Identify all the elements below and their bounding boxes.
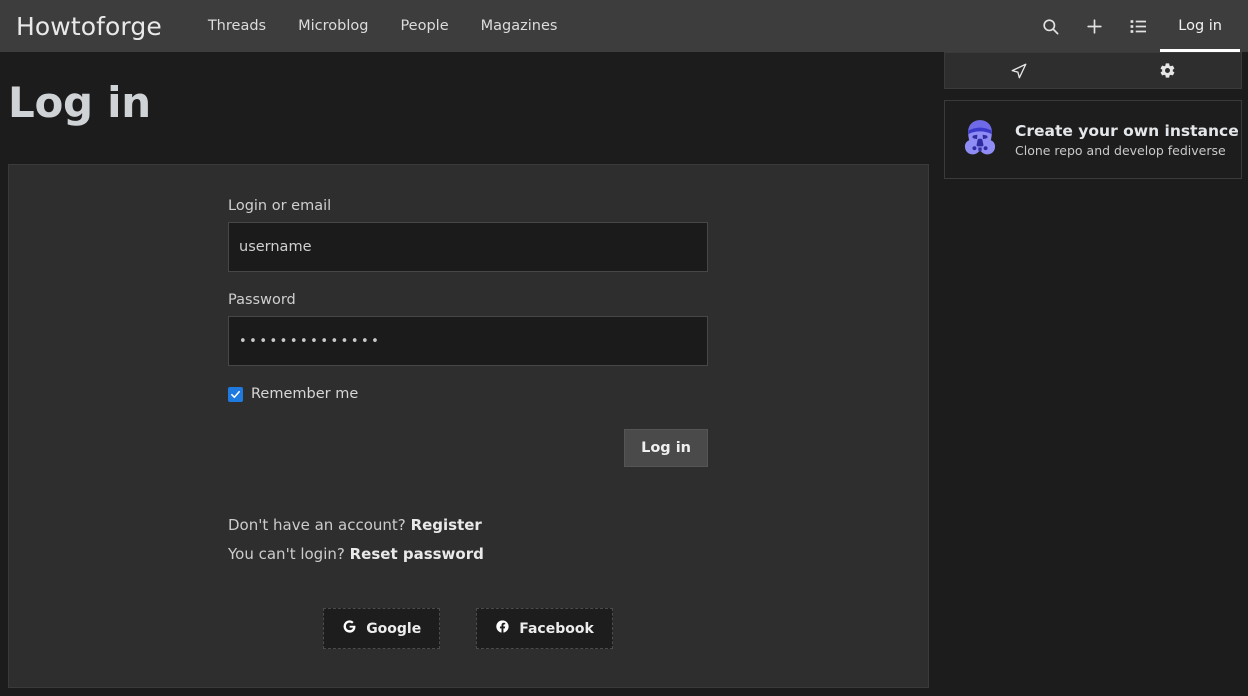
reset-password-link[interactable]: Reset password [350, 545, 484, 563]
facebook-icon [495, 619, 510, 638]
create-instance-subtitle: Clone repo and develop fediverse [1015, 143, 1239, 158]
password-field-block: Password [228, 292, 708, 366]
login-field-block: Login or email [228, 198, 708, 272]
register-link[interactable]: Register [411, 516, 482, 534]
login-field-label: Login or email [228, 198, 708, 214]
sidebar-toolbar [944, 52, 1242, 89]
google-icon [342, 619, 357, 638]
social-login-row: Google Facebook [228, 608, 708, 649]
nav-link-microblog[interactable]: Microblog [282, 0, 384, 52]
search-icon[interactable] [1028, 0, 1072, 52]
password-input[interactable] [228, 316, 708, 366]
nav-link-people[interactable]: People [384, 0, 464, 52]
main-nav-links: Threads Microblog People Magazines [192, 0, 574, 52]
create-instance-card-text: Create your own instance Clone repo and … [1015, 122, 1239, 158]
list-icon[interactable] [1116, 0, 1160, 52]
login-submit-button[interactable]: Log in [624, 429, 708, 467]
remember-me-label: Remember me [251, 386, 358, 402]
nav-link-magazines[interactable]: Magazines [465, 0, 574, 52]
plus-icon[interactable] [1072, 0, 1116, 52]
reset-password-line: You can't login? Reset password [228, 545, 708, 563]
google-login-button[interactable]: Google [323, 608, 440, 649]
send-icon[interactable] [945, 53, 1093, 88]
stormtrooper-icon [959, 117, 1001, 163]
remember-me-row[interactable]: Remember me [228, 386, 708, 402]
facebook-login-button[interactable]: Facebook [476, 608, 613, 649]
register-prefix-text: Don't have an account? [228, 516, 406, 534]
login-form: Login or email Password Remember me Log … [228, 198, 708, 649]
register-line: Don't have an account? Register [228, 516, 708, 534]
reset-prefix-text: You can't login? [228, 545, 345, 563]
create-instance-card[interactable]: Create your own instance Clone repo and … [944, 100, 1242, 179]
create-instance-title: Create your own instance [1015, 122, 1239, 140]
top-navigation-bar: Howtoforge Threads Microblog People Maga… [0, 0, 1248, 52]
nav-link-threads[interactable]: Threads [192, 0, 282, 52]
site-brand-logo[interactable]: Howtoforge [16, 12, 162, 41]
auth-links: Don't have an account? Register You can'… [228, 516, 708, 563]
login-input[interactable] [228, 222, 708, 272]
password-field-label: Password [228, 292, 708, 308]
top-nav-right-actions: Log in [1028, 0, 1248, 52]
submit-row: Log in [228, 429, 708, 467]
page-title: Log in [8, 78, 151, 127]
login-panel: Login or email Password Remember me Log … [8, 164, 929, 688]
remember-me-checkbox[interactable] [228, 387, 243, 402]
google-login-label: Google [366, 621, 421, 637]
gear-icon[interactable] [1093, 53, 1241, 88]
facebook-login-label: Facebook [519, 621, 594, 637]
login-tab[interactable]: Log in [1160, 0, 1240, 52]
